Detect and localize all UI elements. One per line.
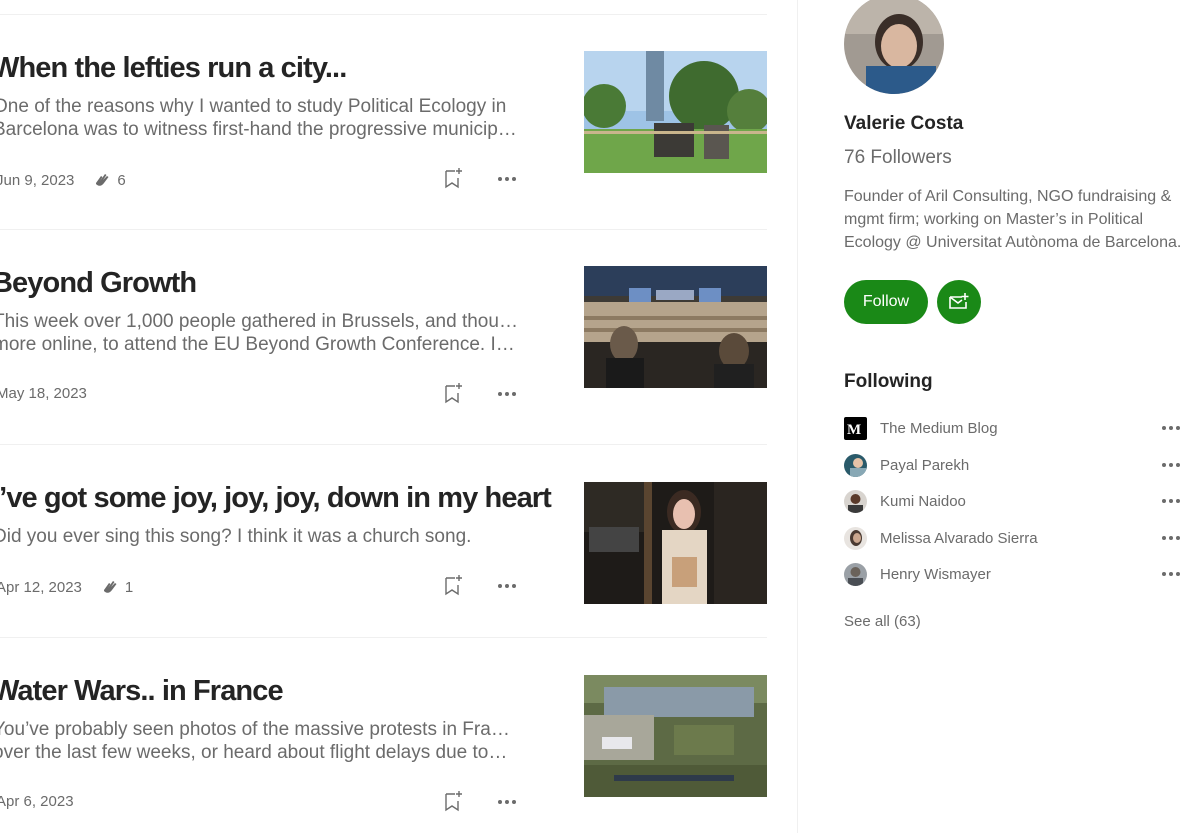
clap-number: 1: [124, 578, 134, 596]
article-title[interactable]: When the lefties run a city...: [0, 52, 347, 85]
article-thumbnail[interactable]: [584, 482, 767, 604]
article-title[interactable]: I’ve got some joy, joy, joy, down in my …: [0, 482, 552, 515]
article-thumbnail[interactable]: [584, 51, 767, 173]
clap-number: 6: [117, 171, 126, 189]
person-avatar-icon: [844, 453, 867, 477]
article-meta: Jun 9, 2023 6: [0, 170, 126, 190]
following-name: Henry Wismayer: [880, 565, 991, 583]
email-subscribe-icon: [949, 293, 969, 309]
following-item[interactable]: M The Medium Blog: [844, 416, 1184, 440]
subtitle-line: One of the reasons why I wanted to study…: [0, 96, 507, 117]
article-meta: Apr 6, 2023: [0, 793, 74, 810]
see-all-link[interactable]: See all (63): [844, 613, 921, 630]
following-item[interactable]: Payal Parekh: [844, 453, 1184, 477]
following-heading: Following: [844, 371, 933, 392]
subtitle-line: more online, to attend the EU Beyond Gro…: [0, 334, 518, 355]
clap-count: 6: [92, 170, 126, 190]
following-item[interactable]: Henry Wismayer: [844, 562, 1184, 586]
following-name: Payal Parekh: [880, 456, 970, 474]
article-meta: May 18, 2023: [0, 385, 87, 402]
article-subtitle[interactable]: One of the reasons why I wanted to study…: [0, 95, 518, 141]
following-item[interactable]: Kumi Naidoo: [844, 489, 1184, 513]
article-thumbnail[interactable]: [584, 266, 767, 388]
more-options-icon[interactable]: [495, 574, 519, 598]
more-options-icon[interactable]: [495, 167, 519, 191]
avatar[interactable]: [844, 0, 944, 94]
subtitle-line: Barcelona was to witness first-hand the …: [0, 119, 518, 140]
svg-text:M: M: [847, 422, 861, 438]
article-date: Jun 9, 2023: [0, 171, 75, 189]
subtitle-line: This week over 1,000 people gathered in …: [0, 311, 518, 332]
person-avatar-icon: [844, 526, 867, 550]
profile-name[interactable]: Valerie Costa: [844, 113, 963, 135]
more-options-icon[interactable]: [1159, 526, 1183, 550]
more-options-icon[interactable]: [1159, 453, 1183, 477]
follow-button[interactable]: Follow: [844, 280, 928, 324]
article-title[interactable]: Beyond Growth: [0, 267, 197, 300]
article-card[interactable]: Water Wars.. in France You’ve probably s…: [0, 638, 767, 833]
article-date: May 18, 2023: [0, 385, 87, 402]
bookmark-icon[interactable]: [441, 381, 465, 405]
clap-icon: [96, 174, 109, 186]
article-card[interactable]: When the lefties run a city... One of th…: [0, 15, 767, 230]
following-name: Melissa Alvarado Sierra: [880, 529, 1038, 547]
person-avatar-icon: [844, 489, 867, 513]
bookmark-icon[interactable]: [441, 166, 465, 190]
article-card[interactable]: Beyond Growth This week over 1,000 peopl…: [0, 230, 767, 445]
subtitle-line: Did you ever sing this song? I think it …: [0, 526, 472, 547]
bookmark-icon[interactable]: [441, 789, 465, 813]
article-feed: When the lefties run a city... One of th…: [0, 0, 767, 833]
following-item[interactable]: Melissa Alvarado Sierra: [844, 526, 1184, 550]
article-title[interactable]: Water Wars.. in France: [0, 675, 284, 708]
person-avatar-icon: [844, 562, 867, 586]
article-card[interactable]: I’ve got some joy, joy, joy, down in my …: [0, 445, 767, 638]
following-name: Kumi Naidoo: [880, 492, 966, 510]
more-options-icon[interactable]: [1159, 489, 1183, 513]
clap-icon: [103, 581, 117, 593]
article-subtitle[interactable]: Did you ever sing this song? I think it …: [0, 525, 518, 548]
clap-count: 1: [100, 577, 133, 597]
article-subtitle[interactable]: This week over 1,000 people gathered in …: [0, 310, 518, 356]
subtitle-line: over the last few weeks, or heard about …: [0, 742, 508, 763]
article-subtitle[interactable]: You’ve probably seen photos of the massi…: [0, 718, 518, 764]
profile-bio: Founder of Aril Consulting, NGO fundrais…: [844, 188, 1182, 251]
more-options-icon[interactable]: [1159, 416, 1183, 440]
medium-logo-icon: M: [844, 416, 867, 440]
article-date: Apr 12, 2023: [0, 578, 82, 596]
subtitle-line: You’ve probably seen photos of the massi…: [0, 719, 518, 740]
subscribe-button[interactable]: [937, 280, 981, 324]
more-options-icon[interactable]: [1159, 562, 1183, 586]
more-options-icon[interactable]: [495, 382, 519, 406]
followers-count[interactable]: 76 Followers: [844, 147, 952, 169]
following-name: The Medium Blog: [880, 419, 998, 437]
article-meta: Apr 12, 2023 1: [0, 577, 133, 597]
bookmark-icon[interactable]: [441, 573, 465, 597]
article-thumbnail[interactable]: [584, 675, 767, 797]
article-date: Apr 6, 2023: [0, 793, 74, 810]
more-options-icon[interactable]: [495, 790, 519, 814]
profile-sidebar: Valerie Costa 76 Followers Founder of Ar…: [798, 0, 1200, 833]
